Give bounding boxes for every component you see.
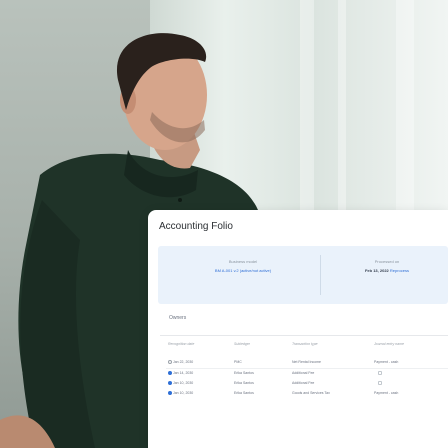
date-cell: Jan 14, 2030	[166, 368, 232, 378]
table-row[interactable]: Jan 10, 2030 Erika Santos Additional Fee	[166, 378, 448, 388]
processed-date: Feb 13, 2022	[364, 268, 389, 273]
journal-entry-cell: Payment - cash	[374, 391, 399, 395]
journal-entry-cell: Payment - cash	[372, 356, 448, 369]
card-title: Accounting Folio	[159, 221, 233, 232]
column-journal-entry[interactable]: Journal entry name	[372, 342, 448, 356]
transaction-type-cell: Goods and Services Tax	[292, 391, 330, 395]
subledger-cell: Erika Santos	[234, 381, 254, 385]
column-recognition-date[interactable]: Recognition date	[166, 342, 232, 356]
checkbox-icon[interactable]	[378, 381, 382, 386]
table-row[interactable]: Jan 14, 2030 Erika Santos Additional Fee	[166, 368, 448, 378]
business-model-column: Business model BM A-001 v.2 (active/not …	[178, 259, 308, 273]
transaction-type-cell: Additional Fee	[292, 381, 315, 385]
reprocess-link[interactable]: Reprocess	[390, 268, 409, 273]
radio-icon[interactable]	[168, 359, 172, 364]
info-divider	[320, 255, 321, 295]
column-transaction-type[interactable]: Transaction type	[290, 342, 372, 356]
status-dot-icon	[168, 381, 172, 386]
checkbox-icon[interactable]	[378, 371, 382, 376]
folio-info-panel: Business model BM A-001 v.2 (active/not …	[158, 246, 448, 304]
accounting-folio-card: Accounting Folio Business model BM A-001…	[148, 210, 448, 448]
business-model-label: Business model	[228, 259, 258, 264]
journal-table: Recognition date Subledger Transaction t…	[166, 342, 448, 398]
transaction-type-cell: Net Rental Income	[290, 356, 372, 369]
processed-column: Processed on Feb 13, 2022 Reprocess	[332, 259, 442, 273]
column-subledger[interactable]: Subledger	[232, 342, 290, 356]
transaction-type-cell: Additional Fee	[292, 371, 315, 376]
status-dot-icon	[168, 391, 172, 396]
table-header-row: Recognition date Subledger Transaction t…	[166, 342, 448, 356]
subledger-cell: PMC	[232, 356, 290, 369]
journal-entry-cell	[372, 378, 448, 388]
date-cell: Jan 10, 2030	[166, 378, 232, 388]
processed-value: Feb 13, 2022 Reprocess	[332, 268, 442, 273]
date-cell: Jan 10, 2030	[166, 388, 232, 398]
owners-label: Owners	[169, 315, 187, 321]
subledger-cell: Erika Santos	[234, 371, 254, 376]
subledger-cell: Erika Santos	[234, 391, 254, 395]
table-row[interactable]: Jan 10, 2030 Erika Santos Goods and Serv…	[166, 388, 448, 398]
table-row[interactable]: Jan 22, 2030 PMC Net Rental Income Payme…	[166, 356, 448, 369]
date-cell: Jan 22, 2030	[166, 356, 232, 369]
status-dot-icon	[168, 371, 172, 376]
processed-label: Processed on	[374, 259, 400, 264]
journal-entry-cell	[372, 368, 448, 378]
owners-divider	[160, 335, 448, 336]
business-model-value[interactable]: BM A-001 v.2 (active/not active)	[178, 268, 308, 273]
